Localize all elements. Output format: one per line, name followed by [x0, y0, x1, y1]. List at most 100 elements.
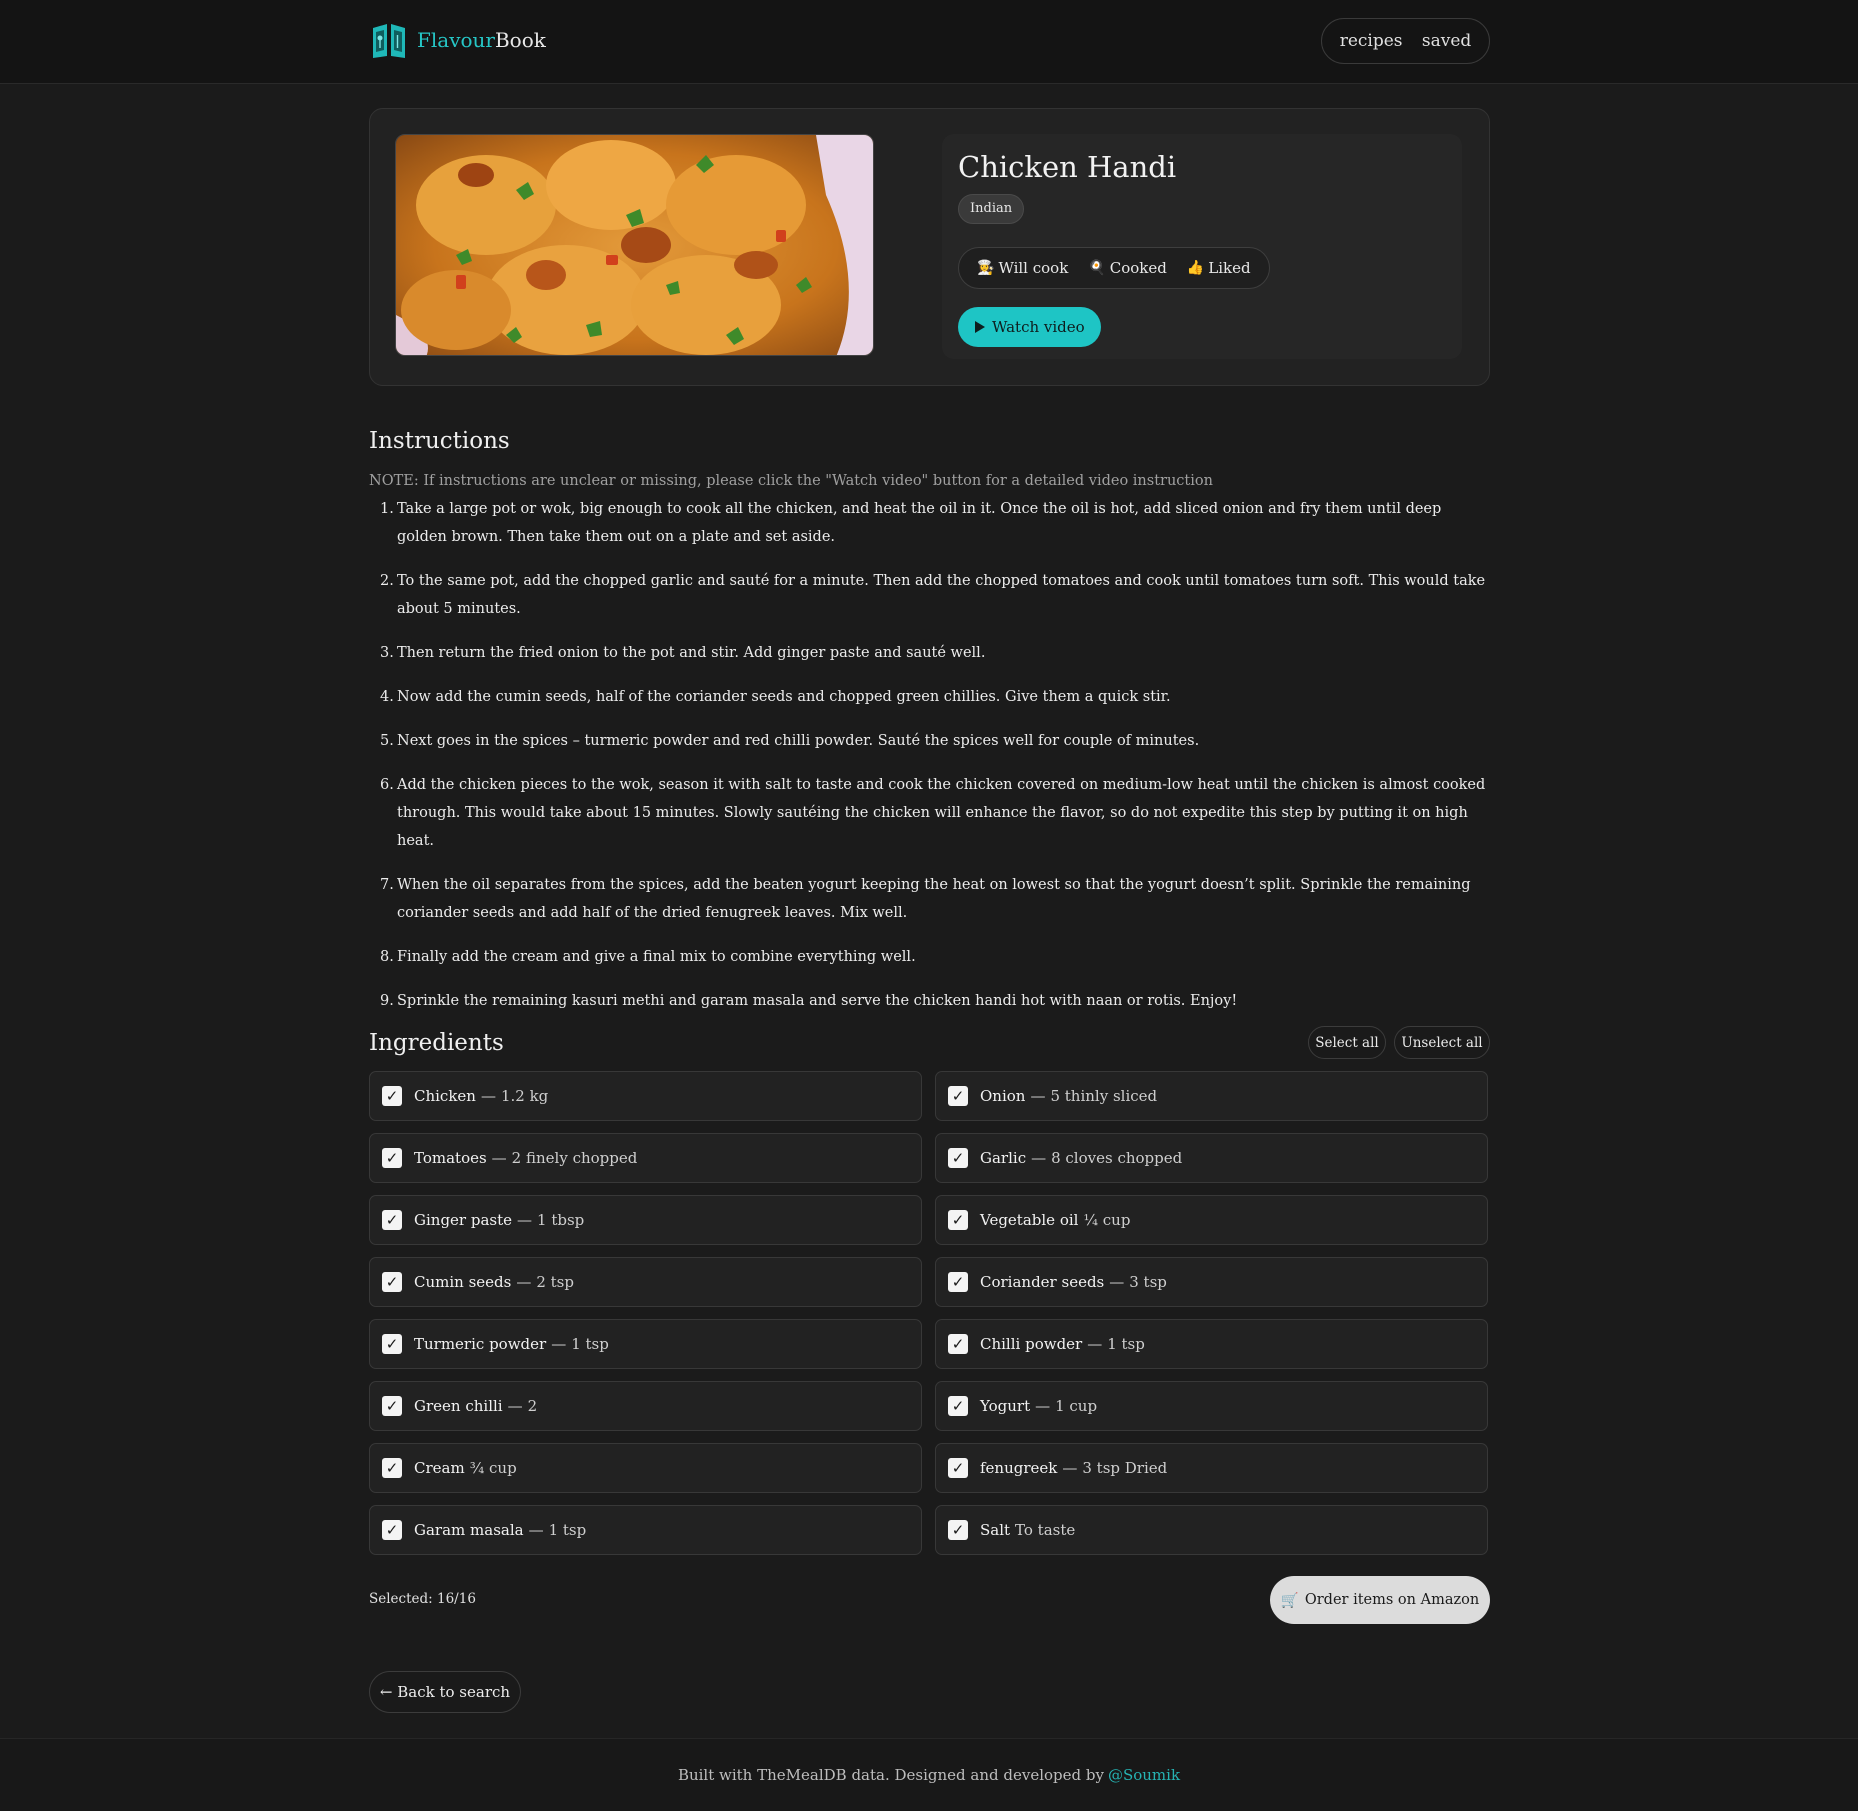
select-all-button[interactable]: Select all [1308, 1026, 1386, 1059]
ingredient-measure: 1 tsp [1107, 1335, 1145, 1353]
ingredient-checkbox[interactable]: ✓ [382, 1148, 402, 1168]
ingredient-measure: 2 finely chopped [511, 1149, 638, 1167]
recipe-title: Chicken Handi [958, 150, 1177, 184]
ingredient-checkbox[interactable]: ✓ [948, 1396, 968, 1416]
ingredient-item[interactable]: ✓ Onion —5 thinly sliced [935, 1071, 1488, 1121]
ingredient-name: Salt [980, 1521, 1011, 1539]
ingredient-checkbox[interactable]: ✓ [382, 1396, 402, 1416]
ingredient-measure: ¼ cup [1083, 1211, 1131, 1229]
ingredient-measure: 2 tsp [536, 1273, 574, 1291]
nav-saved[interactable]: saved [1422, 31, 1471, 51]
ingredient-name: Turmeric powder [414, 1335, 547, 1353]
ingredient-checkbox[interactable]: ✓ [382, 1334, 402, 1354]
watch-video-button[interactable]: Watch video [958, 307, 1101, 347]
ingredient-name: Vegetable oil [980, 1211, 1079, 1229]
ingredient-checkbox[interactable]: ✓ [382, 1458, 402, 1478]
ingredient-measure: 1 tsp [548, 1521, 587, 1539]
nav-recipes[interactable]: recipes [1340, 31, 1403, 51]
ingredient-separator: — [1087, 1335, 1103, 1353]
author-link[interactable]: @Soumik [1108, 1766, 1180, 1784]
ingredient-measure: 8 cloves chopped [1051, 1149, 1183, 1167]
instruction-step: 8. Finally add the cream and give a final… [380, 949, 916, 965]
instruction-step: 2. To the same pot, add the chopped garli… [380, 573, 1486, 617]
pan-icon: 🍳 [1088, 260, 1106, 276]
instruction-step: 5. Next goes in the spices – turmeric pow… [380, 733, 1200, 749]
ingredient-item[interactable]: ✓ Cream ¾ cup [369, 1443, 922, 1493]
ingredient-checkbox[interactable]: ✓ [382, 1086, 402, 1106]
ingredient-checkbox[interactable]: ✓ [948, 1086, 968, 1106]
cuisine-tag: Indian [958, 194, 1025, 224]
ingredient-separator: — [551, 1335, 567, 1353]
ingredient-separator: — [1030, 1087, 1046, 1105]
ingredient-name: Cumin seeds [414, 1273, 512, 1291]
ingredient-measure: 5 thinly sliced [1050, 1087, 1158, 1105]
ingredient-item[interactable]: ✓ Turmeric powder —1 tsp [369, 1319, 922, 1369]
brand-name: FlavourBook [417, 28, 546, 52]
back-to-search-button[interactable]: ← Back to search [369, 1671, 521, 1713]
instruction-step: 6. Add the chicken pieces to the wok, sea… [380, 777, 1486, 849]
ingredient-checkbox[interactable]: ✓ [948, 1334, 968, 1354]
ingredient-checkbox[interactable]: ✓ [948, 1148, 968, 1168]
will-cook-button[interactable]: 👩‍🍳 Will cook [969, 259, 1076, 277]
play-icon [975, 321, 985, 333]
ingredient-separator: — [1035, 1397, 1051, 1415]
ingredient-separator: — [480, 1087, 496, 1105]
ingredient-separator: — [507, 1397, 523, 1415]
instruction-step: 9. Sprinkle the remaining kasuri methi an… [380, 993, 1238, 1009]
chef-icon: 👩‍🍳 [977, 260, 995, 276]
main-nav: recipes saved [1321, 18, 1490, 64]
ingredient-separator: — [491, 1149, 507, 1167]
ingredient-item[interactable]: ✓ Salt To taste [935, 1505, 1488, 1555]
ingredient-checkbox[interactable]: ✓ [948, 1272, 968, 1292]
ingredient-checkbox[interactable]: ✓ [382, 1210, 402, 1230]
ingredient-name: Garam masala [414, 1521, 524, 1539]
ingredient-item[interactable]: ✓ fenugreek —3 tsp Dried [935, 1443, 1488, 1493]
ingredient-item[interactable]: ✓ Chicken —1.2 kg [369, 1071, 922, 1121]
ingredient-measure: 2 [527, 1397, 538, 1415]
ingredient-measure: 1 tbsp [537, 1211, 585, 1229]
ingredient-separator: — [1062, 1459, 1078, 1477]
ingredient-item[interactable]: ✓ Garlic —8 cloves chopped [935, 1133, 1488, 1183]
thumbs-up-icon: 👍 [1186, 260, 1205, 276]
ingredient-item[interactable]: ✓ Vegetable oil ¼ cup [935, 1195, 1488, 1245]
instruction-steps: 1. Take a large pot or wok, big enough to… [380, 495, 1492, 1031]
ingredient-name: Garlic [980, 1149, 1027, 1167]
instruction-step: 4. Now add the cumin seeds, half of the c… [380, 689, 1171, 705]
instructions-heading: Instructions [369, 428, 510, 454]
ingredient-name: Coriander seeds [980, 1273, 1105, 1291]
selected-count: Selected: 16/16 [369, 1591, 476, 1607]
ingredient-name: Cream [414, 1459, 465, 1477]
ingredient-item[interactable]: ✓ Chilli powder —1 tsp [935, 1319, 1488, 1369]
instruction-step: 1. Take a large pot or wok, big enough to… [380, 501, 1442, 545]
ingredient-item[interactable]: ✓ Garam masala —1 tsp [369, 1505, 922, 1555]
ingredient-name: Onion [980, 1087, 1026, 1105]
unselect-all-button[interactable]: Unselect all [1394, 1026, 1490, 1059]
ingredient-checkbox[interactable]: ✓ [382, 1520, 402, 1540]
order-amazon-button[interactable]: 🛒 Order items on Amazon [1270, 1576, 1490, 1624]
ingredient-list: ✓ Chicken —1.2 kg ✓ Onion —5 thinly sliced ✓ To… [369, 1071, 1490, 1555]
ingredient-checkbox[interactable]: ✓ [948, 1210, 968, 1230]
ingredient-name: Yogurt [980, 1397, 1031, 1415]
ingredient-checkbox[interactable]: ✓ [948, 1520, 968, 1540]
recipe-image [395, 134, 874, 356]
ingredient-item[interactable]: ✓ Coriander seeds —3 tsp [935, 1257, 1488, 1307]
ingredient-item[interactable]: ✓ Ginger paste —1 tbsp [369, 1195, 922, 1245]
ingredient-item[interactable]: ✓ Yogurt —1 cup [935, 1381, 1488, 1431]
status-group: 👩‍🍳 Will cook 🍳 Cooked 👍 Liked [958, 247, 1270, 289]
instructions-note: NOTE: If instructions are unclear or mis… [369, 473, 1213, 489]
brand-logo[interactable]: FlavourBook [371, 20, 546, 60]
ingredient-checkbox[interactable]: ✓ [948, 1458, 968, 1478]
ingredient-item[interactable]: ✓ Cumin seeds —2 tsp [369, 1257, 922, 1307]
ingredient-checkbox[interactable]: ✓ [382, 1272, 402, 1292]
ingredient-measure: ¾ cup [469, 1459, 517, 1477]
open-book-icon [373, 24, 405, 58]
cooked-button[interactable]: 🍳 Cooked [1080, 259, 1175, 277]
ingredient-item[interactable]: ✓ Tomatoes —2 finely chopped [369, 1133, 922, 1183]
footer-text: Built with TheMealDB data. Designed and … [677, 1766, 1104, 1784]
ingredient-name: Chicken [414, 1087, 476, 1105]
ingredient-name: Ginger paste [414, 1211, 513, 1229]
ingredient-measure: 1 cup [1055, 1397, 1098, 1415]
ingredient-item[interactable]: ✓ Green chilli —2 [369, 1381, 922, 1431]
ingredient-measure: 3 tsp Dried [1082, 1459, 1168, 1477]
liked-button[interactable]: 👍 Liked [1179, 259, 1259, 277]
